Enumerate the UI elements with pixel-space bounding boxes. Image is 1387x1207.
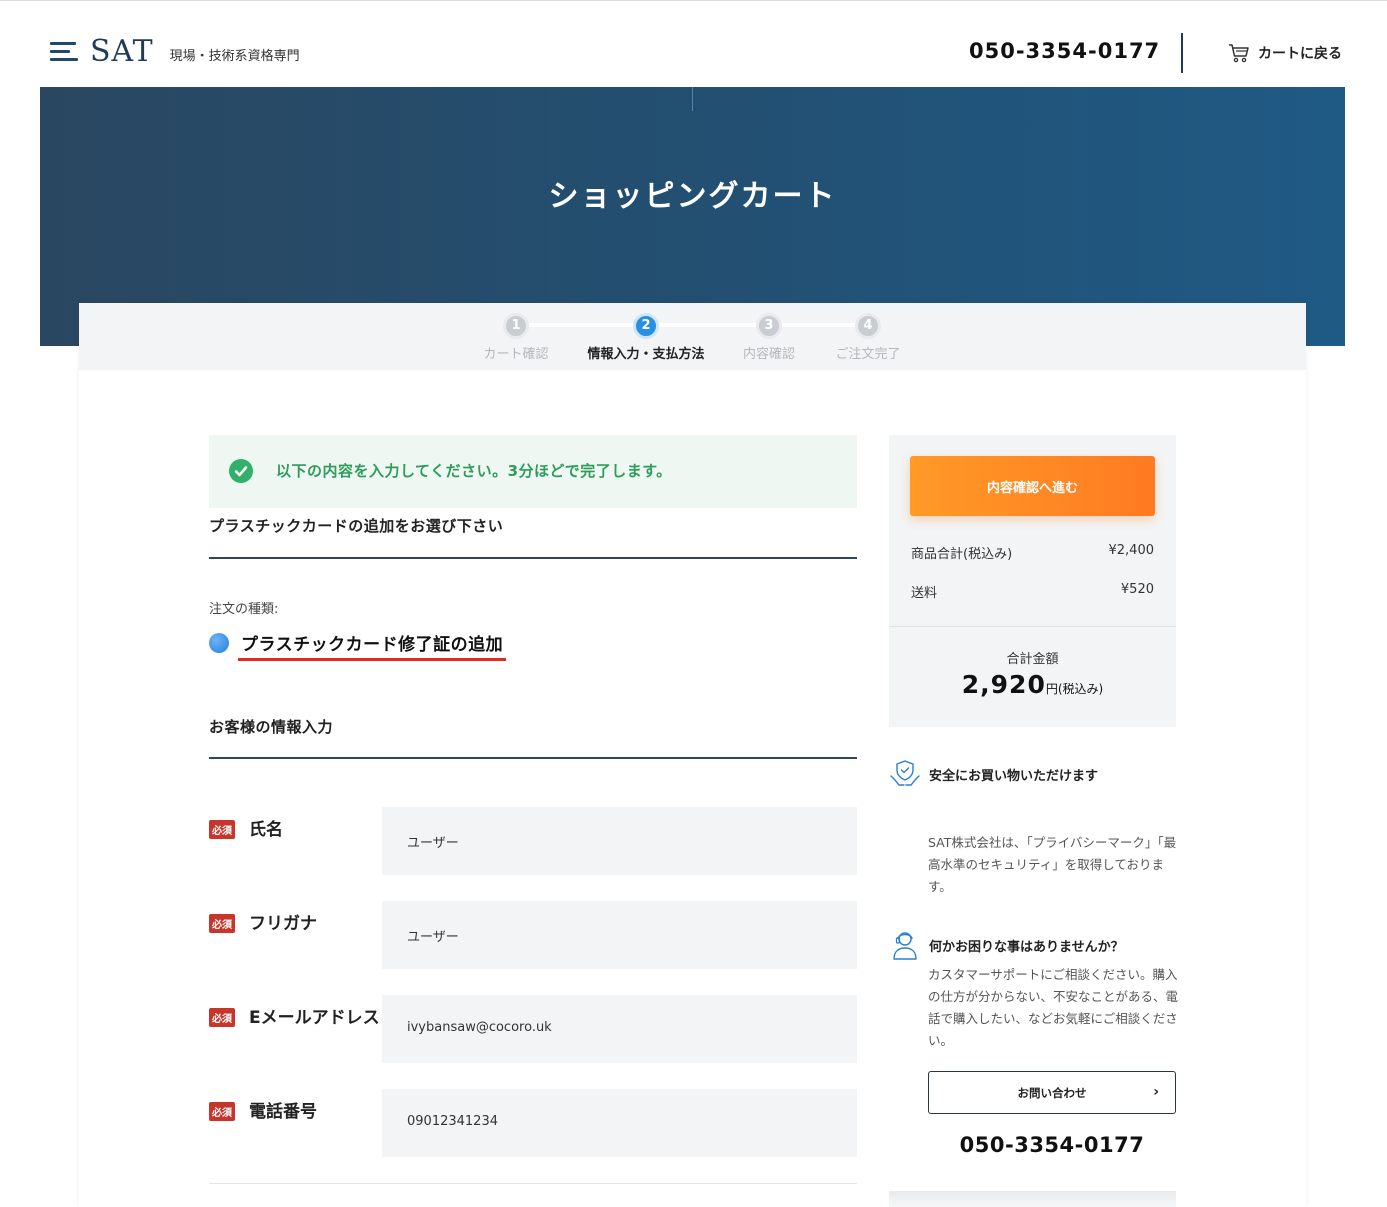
shield-hands-icon: [890, 760, 920, 786]
subtotal-label: 商品合計(税込み): [911, 547, 1013, 562]
notice-text: 以下の内容を入力してください。3分ほどで完了します。: [276, 462, 672, 480]
cart-back-link[interactable]: カートに戻る: [1228, 43, 1342, 63]
order-summary: 内容確認へ進む 商品合計(税込み) ¥2,400 送料 ¥520 合計金額 2,…: [889, 435, 1176, 727]
email-input[interactable]: ivybansaw@cocoro.uk: [382, 995, 857, 1063]
required-badge: 必須: [209, 914, 235, 933]
step-label: 情報入力・支払方法: [587, 347, 705, 362]
cart-back-label: カートに戻る: [1258, 46, 1342, 62]
logo-mark-icon: [50, 40, 78, 64]
step-1: 1 カート確認: [446, 313, 586, 362]
header-phone[interactable]: 050-3354-0177: [969, 39, 1160, 63]
proceed-to-confirm-button[interactable]: 内容確認へ進む: [910, 456, 1155, 516]
radio-selected-icon[interactable]: [209, 632, 229, 653]
step-number: 3: [756, 313, 782, 339]
bottom-rule: [209, 1183, 857, 1184]
safe-shopping-title: 安全にお買い物いただけます: [889, 758, 1098, 790]
step-number: 4: [855, 313, 881, 339]
total-value: 2,920: [961, 670, 1046, 699]
total-amount: 2,920円(税込み): [889, 670, 1176, 699]
logo-subtitle: 現場・技術系資格専門: [169, 48, 300, 64]
shipping-value: ¥520: [1120, 582, 1154, 597]
step-label: カート確認: [483, 347, 549, 362]
field-value: ユーザー: [407, 930, 459, 945]
shipping-label: 送料: [911, 586, 938, 601]
help-text: カスタマーサポートにご相談ください。購入の仕方が分からない、不安なことがある、電…: [928, 967, 1179, 1048]
logo-text: SAT: [90, 34, 154, 69]
summary-divider: [889, 626, 1176, 627]
order-type-value: プラスチックカード修了証の追加: [241, 635, 504, 655]
subtotal-value: ¥2,400: [1108, 543, 1155, 558]
required-badge: 必須: [209, 820, 235, 839]
total-label: 合計金額: [1006, 652, 1059, 667]
field-label: 電話番号: [249, 1102, 317, 1122]
subtotal-row: 商品合計(税込み) ¥2,400: [911, 543, 1154, 562]
main-card: 1 カート確認 2 情報入力・支払方法 3 内容確認 4 ご注文完了 以下の内容…: [79, 303, 1306, 1207]
form-row-email: 必須 Eメールアドレス ivybansaw@cocoro.uk: [209, 995, 857, 1063]
red-underline: [238, 658, 506, 661]
header-divider: [1181, 33, 1183, 73]
name-input[interactable]: ユーザー: [382, 807, 857, 875]
step-4: 4 ご注文完了: [798, 313, 938, 362]
field-value: ユーザー: [407, 836, 459, 851]
info-notice: 以下の内容を入力してください。3分ほどで完了します。: [209, 435, 857, 508]
contact-button[interactable]: お問い合わせ ›: [928, 1071, 1176, 1114]
customer-section-title: お客様の情報入力: [209, 718, 334, 736]
field-value: 09012341234: [407, 1114, 498, 1129]
field-value: ivybansaw@cocoro.uk: [407, 1020, 552, 1035]
form-row-name: 必須 氏名 ユーザー: [209, 807, 857, 875]
support-agent-icon: [893, 932, 917, 960]
order-type-label: 注文の種類:: [209, 602, 279, 617]
step-number: 1: [503, 313, 529, 339]
help-title: 何かお困りな事はありませんか？: [889, 928, 1124, 962]
form-row-furigana: 必須 フリガナ ユーザー: [209, 901, 857, 969]
field-label: Eメールアドレス: [249, 1008, 380, 1028]
safe-shopping-text: SAT株式会社は、「プライバシーマーク」「最高水準のセキュリティ」を取得しており…: [928, 835, 1177, 894]
order-type-option[interactable]: プラスチックカード修了証の追加: [209, 630, 503, 655]
step-label: ご注文完了: [835, 347, 901, 362]
required-badge: 必須: [209, 1102, 235, 1121]
chevron-right-icon: ›: [1153, 1084, 1159, 1100]
site-header: SAT 現場・技術系資格専門 050-3354-0177 カートに戻る: [0, 1, 1387, 87]
safe-shopping-label: 安全にお買い物いただけます: [929, 768, 1099, 784]
shipping-row: 送料 ¥520: [911, 582, 1154, 601]
step-2: 2 情報入力・支払方法: [576, 313, 716, 362]
page-title: ショッピングカート: [548, 179, 837, 214]
hero-tick: [692, 87, 693, 111]
furigana-input[interactable]: ユーザー: [382, 901, 857, 969]
field-label: フリガナ: [249, 914, 317, 934]
phone-input[interactable]: 09012341234: [382, 1089, 857, 1157]
logo[interactable]: SAT 現場・技術系資格専門: [50, 37, 300, 67]
section-rule: [209, 557, 857, 559]
total-unit: 円(税込み): [1045, 682, 1104, 696]
help-label: 何かお困りな事はありませんか？: [929, 939, 1124, 955]
contact-label: お問い合わせ: [1017, 1085, 1087, 1100]
section-rule: [209, 757, 857, 759]
required-badge: 必須: [209, 1008, 235, 1027]
field-label: 氏名: [249, 820, 283, 840]
step-number: 2: [633, 313, 659, 339]
sidebar-fade: [889, 1191, 1176, 1207]
cart-icon: [1229, 44, 1249, 63]
plastic-section-title: プラスチックカードの追加をお選び下さい: [209, 517, 504, 535]
progress-steps: 1 カート確認 2 情報入力・支払方法 3 内容確認 4 ご注文完了: [79, 303, 1306, 370]
check-circle-icon: [229, 459, 253, 483]
form-row-phone: 必須 電話番号 09012341234: [209, 1089, 857, 1157]
sidebar-phone[interactable]: 050-3354-0177: [928, 1133, 1176, 1157]
